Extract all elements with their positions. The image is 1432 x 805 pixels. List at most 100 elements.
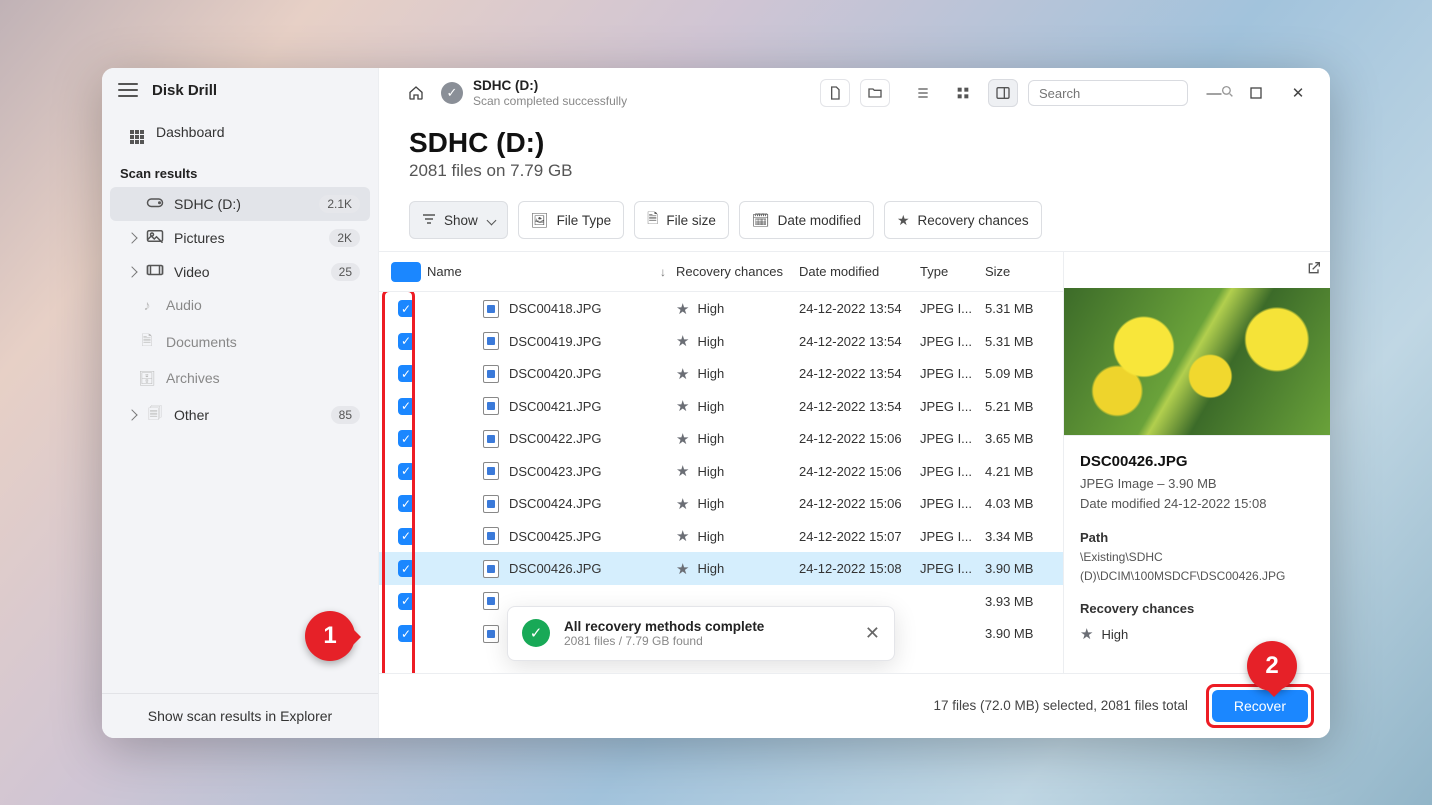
col-name[interactable]: Name↓ [423,264,676,279]
jpeg-file-icon [483,300,499,318]
toast-complete: ✓ All recovery methods complete 2081 fil… [507,606,895,661]
preview-image [1064,288,1330,436]
table-row[interactable]: ✓DSC00419.JPG★High24-12-2022 13:54JPEG I… [379,325,1063,358]
other-icon: 🗐 [146,403,164,427]
nav-dashboard[interactable]: Dashboard [110,113,370,152]
page-subtitle: 2081 files on 7.79 GB [409,161,1330,181]
select-all-checkbox[interactable] [391,262,421,282]
window-maximize[interactable] [1240,79,1272,107]
col-type[interactable]: Type [920,264,985,279]
calendar-icon: 🗓 [752,212,770,229]
file-table: Name↓ Recovery chances Date modified Typ… [379,252,1063,672]
sidebar-item-audio[interactable]: ♪ Audio [110,289,370,322]
date-value: 24-12-2022 13:54 [799,301,920,316]
file-name: DSC00421.JPG [509,399,602,414]
annotation-bubble-1: 1 [305,611,355,661]
row-checkbox[interactable]: ✓ [398,528,415,545]
chevron-right-icon [126,409,137,420]
sidebar-item-other[interactable]: 🗐Other85 [110,395,370,435]
row-checkbox[interactable]: ✓ [398,430,415,447]
row-checkbox[interactable]: ✓ [398,300,415,317]
chip-recovery-chances[interactable]: ★Recovery chances [884,201,1042,239]
toast-title: All recovery methods complete [564,619,764,634]
table-row[interactable]: ✓DSC00418.JPG★High24-12-2022 13:54JPEG I… [379,292,1063,325]
jpeg-file-icon [483,625,499,643]
size-value: 5.31 MB [985,301,1063,316]
popout-icon[interactable] [1306,260,1322,281]
col-size[interactable]: Size [985,264,1063,279]
annotation-bubble-2: 2 [1247,641,1297,691]
type-value: JPEG I... [920,334,985,349]
sidebar-item-label: Other [174,407,209,423]
sidebar-item-archives[interactable]: 🗄Archives [110,362,370,395]
chevron-right-icon [126,266,137,277]
page-header: SDHC (D:) 2081 files on 7.79 GB [379,113,1330,187]
footer-bar: 17 files (72.0 MB) selected, 2081 files … [379,673,1330,738]
star-icon: ★ [676,300,689,318]
view-folder-icon[interactable] [860,79,890,107]
chip-date-modified[interactable]: 🗓Date modified [739,201,874,239]
sidebar-item-sdhc[interactable]: SDHC (D:)2.1K [110,187,370,221]
sidebar-item-label: Audio [166,297,202,313]
row-checkbox[interactable]: ✓ [398,398,415,415]
sidebar-item-video[interactable]: Video25 [110,255,370,289]
doc-icon: 🗎 [138,330,156,354]
view-split-icon[interactable] [988,79,1018,107]
size-value: 3.34 MB [985,529,1063,544]
col-recovery[interactable]: Recovery chances [676,264,799,279]
date-value: 24-12-2022 13:54 [799,366,920,381]
file-name: DSC00419.JPG [509,334,602,349]
col-date[interactable]: Date modified [799,264,920,279]
row-checkbox[interactable]: ✓ [398,560,415,577]
view-list-icon[interactable] [908,79,938,107]
row-checkbox[interactable]: ✓ [398,333,415,350]
preview-rc-label: Recovery chances [1080,601,1194,616]
search-box[interactable] [1028,80,1188,106]
sidebar-item-pictures[interactable]: Pictures2K [110,221,370,255]
show-in-explorer[interactable]: Show scan results in Explorer [102,693,378,738]
toast-close[interactable]: ✕ [865,623,880,644]
chip-file-size[interactable]: 🗎File size [634,201,729,239]
table-row[interactable]: ✓DSC00422.JPG★High24-12-2022 15:06JPEG I… [379,422,1063,455]
view-grid-icon[interactable] [948,79,978,107]
video-icon [146,263,164,281]
row-checkbox[interactable]: ✓ [398,463,415,480]
table-row[interactable]: ✓DSC00420.JPG★High24-12-2022 13:54JPEG I… [379,357,1063,390]
window-close[interactable]: ✕ [1282,79,1314,107]
table-row[interactable]: ✓DSC00424.JPG★High24-12-2022 15:06JPEG I… [379,487,1063,520]
home-icon[interactable] [401,79,431,107]
file-name: DSC00424.JPG [509,496,602,511]
type-value: JPEG I... [920,301,985,316]
file-name: DSC00418.JPG [509,301,602,316]
recover-button[interactable]: Recover [1212,690,1308,722]
sidebar-badge: 2K [329,229,360,247]
star-icon: ★ [1080,623,1093,646]
row-checkbox[interactable]: ✓ [398,593,415,610]
file-name: DSC00420.JPG [509,366,602,381]
size-value: 5.31 MB [985,334,1063,349]
toast-subtitle: 2081 files / 7.79 GB found [564,634,764,648]
sidebar-item-documents[interactable]: 🗎Documents [110,322,370,362]
chip-file-type[interactable]: 🖼File Type [518,201,624,239]
sidebar-badge: 25 [331,263,360,281]
jpeg-file-icon [483,332,499,350]
jpeg-file-icon [483,462,499,480]
table-row[interactable]: ✓DSC00426.JPG★High24-12-2022 15:08JPEG I… [379,552,1063,585]
search-input[interactable] [1039,86,1215,101]
row-checkbox[interactable]: ✓ [398,625,415,642]
image-icon: 🖼 [531,212,549,229]
table-row[interactable]: ✓DSC00425.JPG★High24-12-2022 15:07JPEG I… [379,520,1063,553]
nav-dashboard-label: Dashboard [156,124,225,140]
table-row[interactable]: ✓DSC00423.JPG★High24-12-2022 15:06JPEG I… [379,455,1063,488]
dashboard-icon [128,121,146,144]
row-checkbox[interactable]: ✓ [398,495,415,512]
row-checkbox[interactable]: ✓ [398,365,415,382]
window-minimize[interactable]: — [1198,79,1230,107]
table-row[interactable]: ✓DSC00421.JPG★High24-12-2022 13:54JPEG I… [379,390,1063,423]
view-file-icon[interactable] [820,79,850,107]
menu-icon[interactable] [118,83,138,97]
audio-icon: ♪ [138,297,156,314]
star-icon: ★ [676,430,689,448]
chevron-right-icon [126,232,137,243]
chip-show[interactable]: Show [409,201,508,239]
